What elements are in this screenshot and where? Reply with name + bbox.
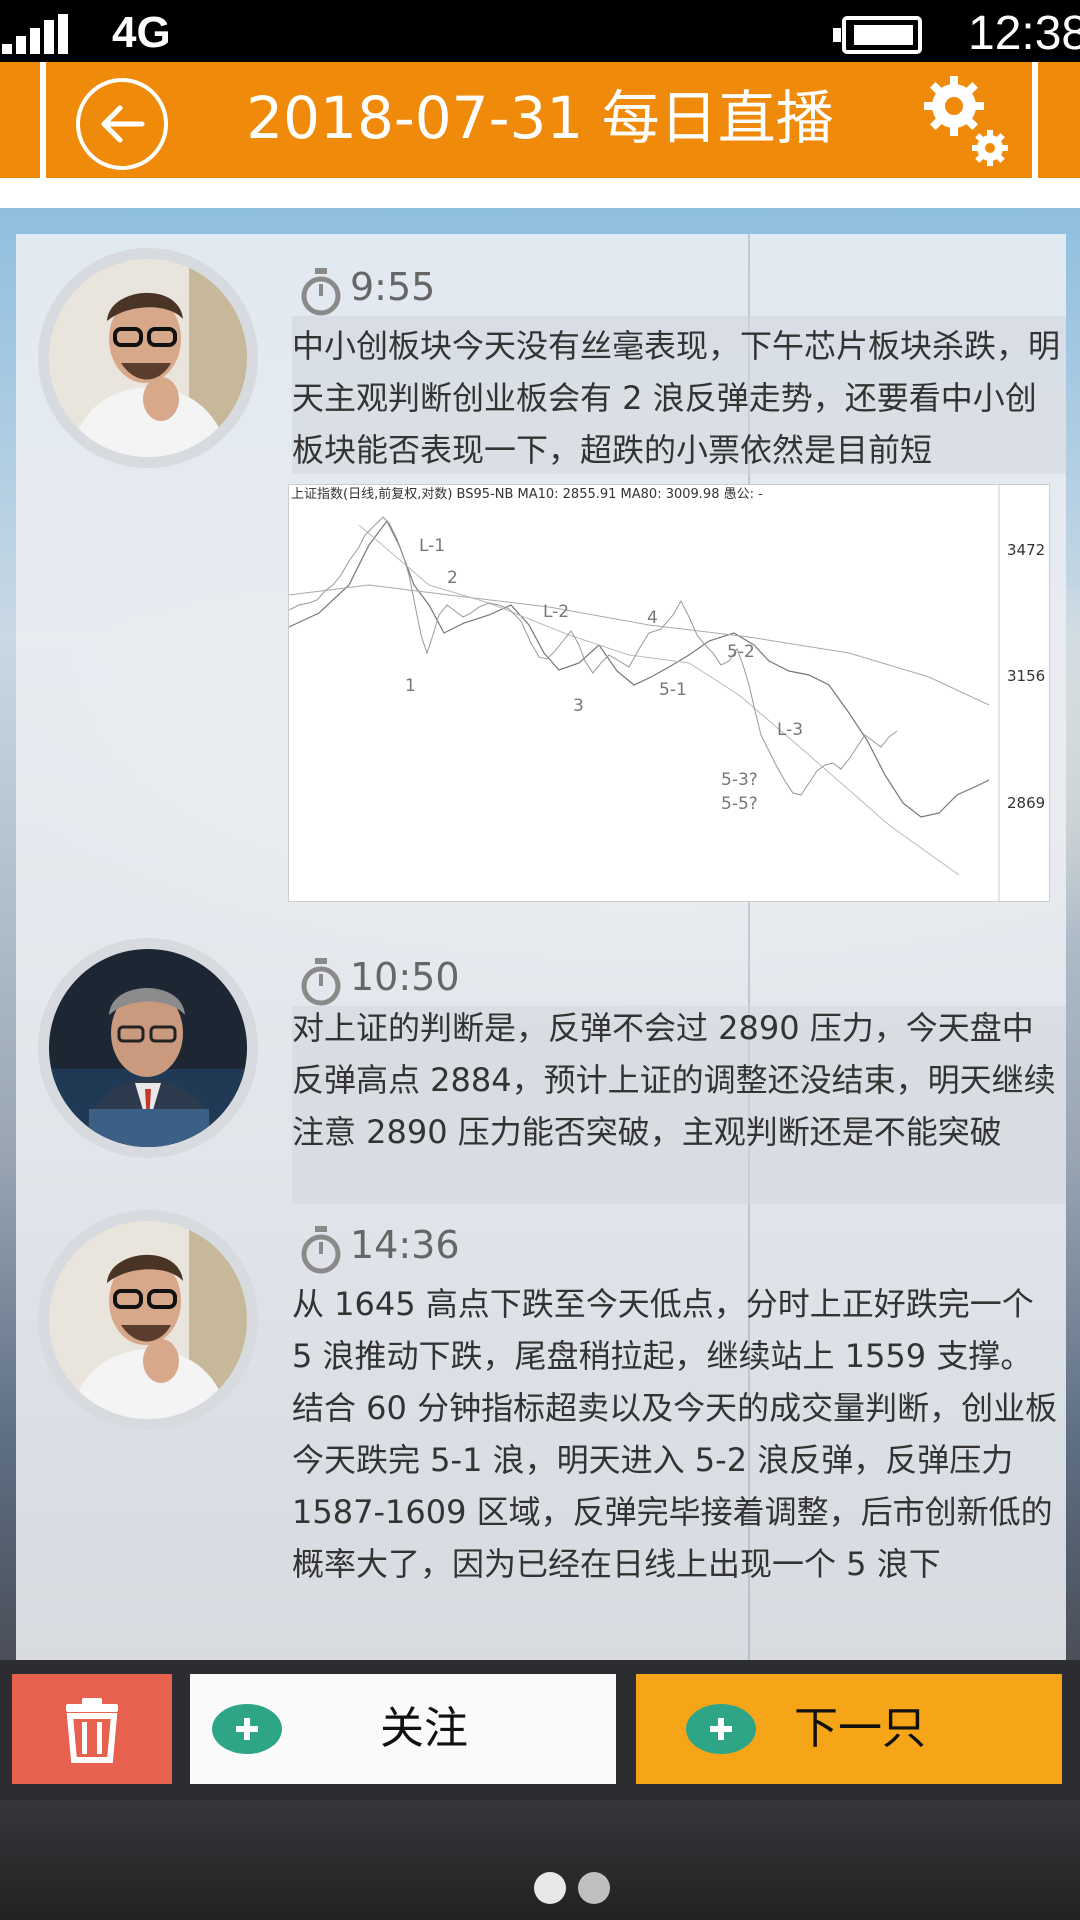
post-time: 14:36 xyxy=(350,1223,460,1267)
post-text: 从 1645 高点下跌至今天低点，分时上正好跌完一个 5 浪推动下跌，尾盘稍拉起… xyxy=(292,1285,1058,1583)
wave-label: L-3 xyxy=(777,720,803,740)
page-dot-active[interactable] xyxy=(534,1872,566,1904)
wave-label: L-2 xyxy=(543,602,569,622)
header-divider xyxy=(40,62,46,178)
wave-label: 5-1 xyxy=(659,680,687,700)
index-chart-image: 上证指数(日线,前复权,对数) BS95-NB MA10: 2855.91 MA… xyxy=(288,484,1050,902)
live-feed[interactable]: 9:55 中小创板块今天没有丝毫表现，下午芯片板块杀跌，明天主观判断创业板会有 … xyxy=(16,234,1066,1660)
timer-icon xyxy=(301,268,341,316)
post-item: 14:36 从 1645 高点下跌至今天低点，分时上正好跌完一个 5 浪推动下跌… xyxy=(16,1204,1066,1660)
page-dot[interactable] xyxy=(578,1872,610,1904)
follow-button[interactable]: 关注 xyxy=(190,1674,616,1784)
plus-icon xyxy=(686,1704,756,1754)
gear-icon xyxy=(924,76,1008,166)
header-spacer xyxy=(0,178,1080,208)
post-text: 中小创板块今天没有丝毫表现，下午芯片板块杀跌，明天主观判断创业板会有 2 浪反弹… xyxy=(292,327,1061,469)
next-button[interactable]: 下一只 xyxy=(636,1674,1062,1784)
battery-icon xyxy=(833,16,922,54)
wave-label: 2 xyxy=(447,568,458,588)
trash-icon xyxy=(66,1698,118,1763)
signal-icon xyxy=(2,14,68,54)
avatar xyxy=(38,938,258,1158)
wave-label: 5-3? xyxy=(721,770,758,790)
status-time: 12:38 xyxy=(968,7,1080,60)
header-bar: 2018-07-31 每日直播 xyxy=(0,62,1080,178)
timer-icon xyxy=(301,958,341,1006)
network-type: 4G xyxy=(112,8,171,57)
wave-label: L-1 xyxy=(419,536,445,556)
status-bar: 4G 12:38 xyxy=(0,0,1080,62)
wave-label: 5-5? xyxy=(721,794,758,814)
settings-button[interactable] xyxy=(918,72,1018,172)
avatar xyxy=(38,248,258,468)
header-divider xyxy=(1032,62,1038,178)
page-indicator xyxy=(0,1866,1080,1906)
follow-label: 关注 xyxy=(380,1703,468,1754)
avatar xyxy=(38,1210,258,1430)
next-label: 下一只 xyxy=(794,1703,926,1754)
post-time: 9:55 xyxy=(350,265,436,309)
wave-label: 3 xyxy=(573,696,584,716)
wave-label: 5-2 xyxy=(727,642,755,662)
post-time: 10:50 xyxy=(350,955,460,999)
page-title: 2018-07-31 每日直播 xyxy=(246,84,834,152)
chart-header-text: 上证指数(日线,前复权,对数) BS95-NB MA10: 2855.91 MA… xyxy=(291,486,763,502)
chart-tick-label: 3472 xyxy=(1007,541,1045,559)
chart-tick-label: 3156 xyxy=(1007,667,1045,685)
bottom-action-bar: 关注 下一只 xyxy=(0,1660,1080,1800)
timer-icon xyxy=(301,1226,341,1274)
post-item: 10:50 对上证的判断是，反弹不会过 2890 压力，今天盘中反弹高点 288… xyxy=(16,930,1066,1204)
post-item: 9:55 中小创板块今天没有丝毫表现，下午芯片板块杀跌，明天主观判断创业板会有 … xyxy=(16,234,1066,930)
plus-icon xyxy=(212,1704,282,1754)
post-text: 对上证的判断是，反弹不会过 2890 压力，今天盘中反弹高点 2884，预计上证… xyxy=(292,1009,1056,1151)
wave-label: 1 xyxy=(405,676,416,696)
back-button[interactable] xyxy=(76,78,168,170)
delete-button[interactable] xyxy=(12,1674,172,1784)
back-arrow-icon xyxy=(101,105,145,143)
chart-tick-label: 2869 xyxy=(1007,794,1045,812)
wave-label: 4 xyxy=(647,608,658,628)
